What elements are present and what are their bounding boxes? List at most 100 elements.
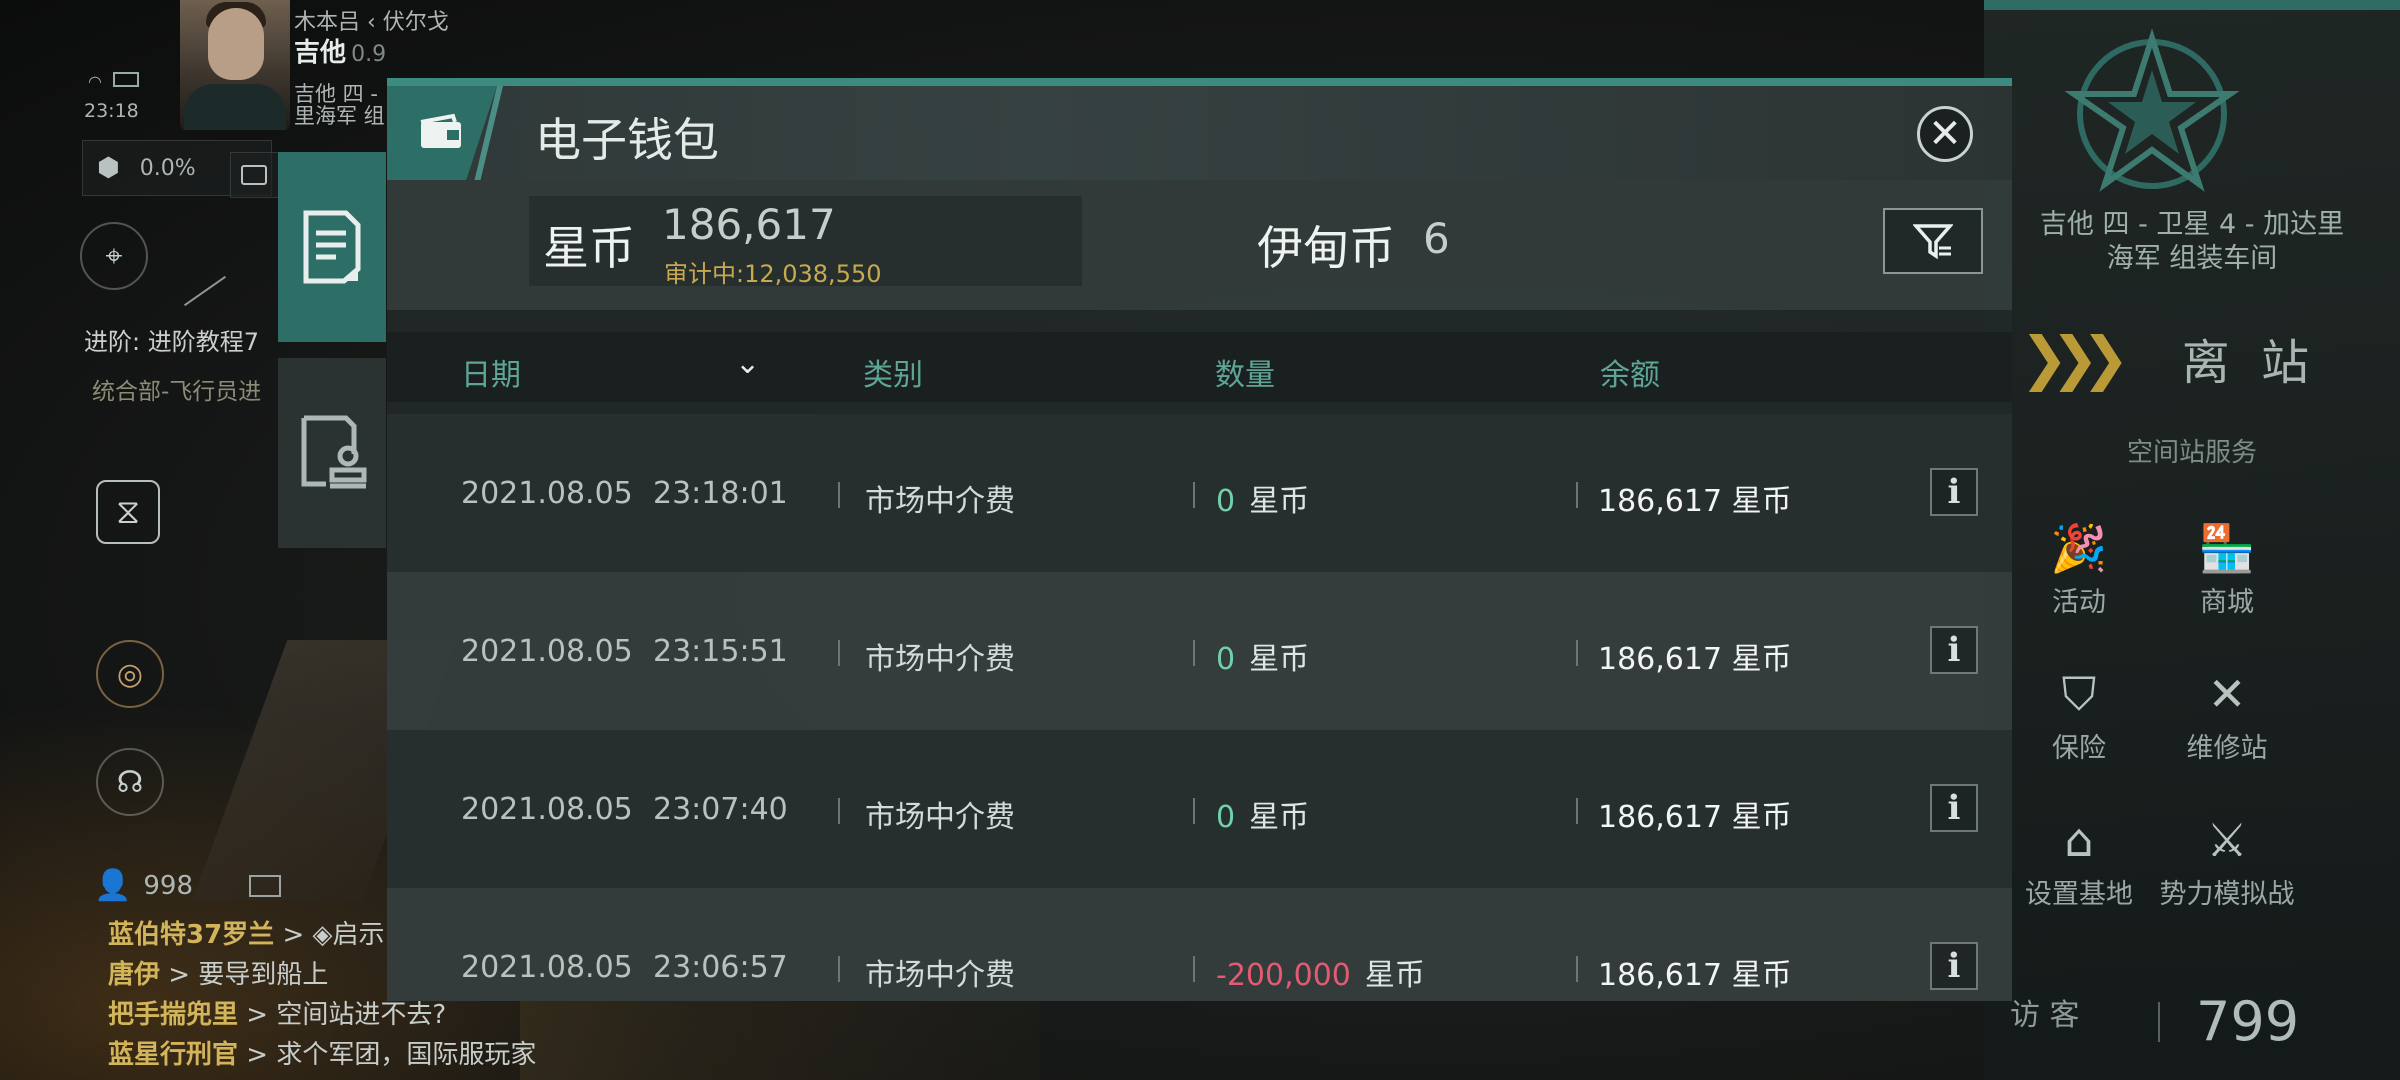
info-icon: i	[1947, 788, 1961, 828]
close-button[interactable]: ✕	[1917, 106, 1973, 162]
row-balance: 186,617 星币	[1598, 642, 1792, 677]
chat-message: > 要导到船上	[160, 960, 329, 990]
task-subtitle[interactable]: 统合部-飞行员进	[92, 372, 261, 406]
cargo-box-icon: ⬢	[97, 153, 120, 183]
visitor-divider	[2158, 1002, 2160, 1042]
sort-chevron-icon[interactable]: ⌄	[735, 346, 760, 381]
star-coin-value: 186,617	[662, 200, 836, 249]
clock: 23:18	[84, 100, 139, 122]
row-divider	[1576, 798, 1578, 824]
station-services-title: 空间站服务	[2126, 438, 2257, 468]
service-label: 势力模拟战	[2159, 879, 2295, 910]
transaction-row[interactable]: 2021.08.05 23:07:40 市场中介费 0 星币 186,617 星币…	[387, 730, 2012, 888]
row-divider	[1576, 482, 1578, 508]
transaction-row[interactable]: 2021.08.05 23:06:57 市场中介费 -200,000 星币 186…	[387, 888, 2012, 1001]
row-amount-unit: 星币	[1249, 642, 1310, 677]
tab-contracts[interactable]	[278, 358, 386, 548]
dialog-accent-line	[387, 78, 2012, 86]
tab-transaction-log[interactable]	[278, 152, 386, 342]
online-users-icon: 👤	[94, 868, 132, 903]
chat-message: > ◈启示	[274, 920, 385, 950]
chat-sender: 蓝星行刑官	[108, 1040, 239, 1070]
transaction-row[interactable]: 2021.08.05 23:18:01 市场中介费 0 星币 186,617 星币…	[387, 414, 2012, 572]
row-info-button[interactable]: i	[1930, 626, 1978, 674]
faction-emblem-icon	[2062, 24, 2242, 204]
route-line	[183, 275, 227, 307]
status-icons: ◠	[88, 72, 158, 94]
service-repair-button[interactable]: ✕ 维修站	[2152, 662, 2302, 765]
column-date[interactable]: 日期	[461, 350, 521, 394]
transaction-row[interactable]: 2021.08.05 23:15:51 市场中介费 0 星币 186,617 星币…	[387, 572, 2012, 730]
security-status: 0.9	[351, 42, 387, 67]
row-amount-unit: 星币	[1364, 958, 1425, 993]
service-shop-button[interactable]: 🏪 商城	[2152, 516, 2302, 619]
location-pin-icon[interactable]: ⌖	[80, 222, 148, 290]
support-headset-icon[interactable]: ☊	[96, 748, 164, 816]
repair-wrench-icon: ✕	[2207, 667, 2247, 721]
station-name-line-1: 吉他 四 - 卫星 4 - 加达里	[2039, 209, 2345, 240]
row-balance: 186,617 星币	[1598, 800, 1792, 835]
row-info-button[interactable]: i	[1930, 468, 1978, 516]
wallet-icon	[241, 165, 267, 185]
station-name-line-2: 海军 组装车间	[2106, 243, 2278, 274]
mail-icon[interactable]	[249, 874, 281, 897]
row-date: 2021.08.05	[461, 792, 633, 827]
isk-label: 伊甸币	[1257, 221, 1395, 275]
filter-funnel-icon	[1913, 224, 1953, 260]
star-coin-label: 星币	[543, 221, 635, 275]
row-amount: 0	[1216, 484, 1236, 519]
row-time: 23:07:40	[653, 792, 788, 827]
station-panel-topbar	[1984, 0, 2400, 10]
wallet-icon	[420, 113, 461, 148]
row-divider	[838, 640, 840, 666]
undock-button[interactable]: ❯❯❯ 离 站	[2020, 318, 2380, 398]
row-info-button[interactable]: i	[1930, 784, 1978, 832]
chat-sender: 蓝伯特37罗兰	[108, 920, 275, 950]
row-divider	[1193, 956, 1195, 982]
row-category: 市场中介费	[865, 642, 1015, 677]
shop-icon: 🏪	[2198, 521, 2256, 575]
table-header: 日期 ⌄ 类别 数量 余额	[387, 332, 2012, 402]
service-label: 活动	[2052, 587, 2106, 618]
filter-button[interactable]	[1883, 208, 1983, 274]
row-divider	[1193, 640, 1195, 666]
row-amount-unit: 星币	[1249, 484, 1310, 519]
row-divider	[1576, 956, 1578, 982]
service-label: 保险	[2052, 733, 2106, 764]
row-divider	[1193, 482, 1195, 508]
row-divider	[838, 956, 840, 982]
system-name-row: 吉他 0.9	[294, 32, 386, 69]
service-activity-button[interactable]: 🎉 活动	[2004, 516, 2154, 619]
dna-skill-icon[interactable]: ⧖	[96, 480, 160, 544]
info-icon: i	[1947, 630, 1961, 670]
row-divider	[1193, 798, 1195, 824]
service-insurance-button[interactable]: ⛉ 保险	[2004, 662, 2154, 765]
insurance-icon: ⛉	[2061, 667, 2097, 721]
dialog-title: 电子钱包	[535, 113, 719, 167]
chat-sender: 唐伊	[108, 960, 161, 990]
station-name: 吉他 四 - 卫星 4 - 加达里 海军 组装车间	[1984, 208, 2400, 276]
chat-line[interactable]: 蓝星行刑官 > 求个军团，国际服玩家	[108, 1034, 536, 1071]
task-title[interactable]: 进阶: 进阶教程7	[84, 322, 259, 357]
online-count: 998	[143, 870, 193, 901]
row-amount-cell: -200,000 星币	[1216, 950, 1425, 994]
wallet-shortcut[interactable]	[230, 152, 280, 198]
chat-line[interactable]: 唐伊 > 要导到船上	[108, 954, 328, 991]
column-balance: 余额	[1600, 358, 1660, 393]
star-coin-pending: 审计中:12,038,550	[664, 260, 882, 288]
scanner-icon[interactable]: ◎	[96, 640, 164, 708]
row-category: 市场中介费	[865, 958, 1015, 993]
row-info-button[interactable]: i	[1930, 942, 1978, 990]
row-amount-unit: 星币	[1249, 800, 1310, 835]
column-amount: 数量	[1215, 358, 1275, 393]
chat-line[interactable]: 蓝伯特37罗兰 > ◈启示	[108, 914, 385, 951]
row-amount: -200,000	[1216, 958, 1351, 993]
pilot-portrait[interactable]	[180, 0, 290, 130]
visitor-count: 799	[2196, 990, 2300, 1053]
service-faction-war-button[interactable]: ⚔ 势力模拟战	[2152, 808, 2302, 911]
home-base-icon: ⌂	[2064, 813, 2094, 867]
row-amount: 0	[1216, 800, 1236, 835]
wifi-icon: ◠	[88, 72, 102, 91]
service-home-base-button[interactable]: ⌂ 设置基地	[2004, 808, 2154, 911]
currency-summary: 星币 186,617 审计中:12,038,550 伊甸币 6	[387, 180, 2012, 310]
